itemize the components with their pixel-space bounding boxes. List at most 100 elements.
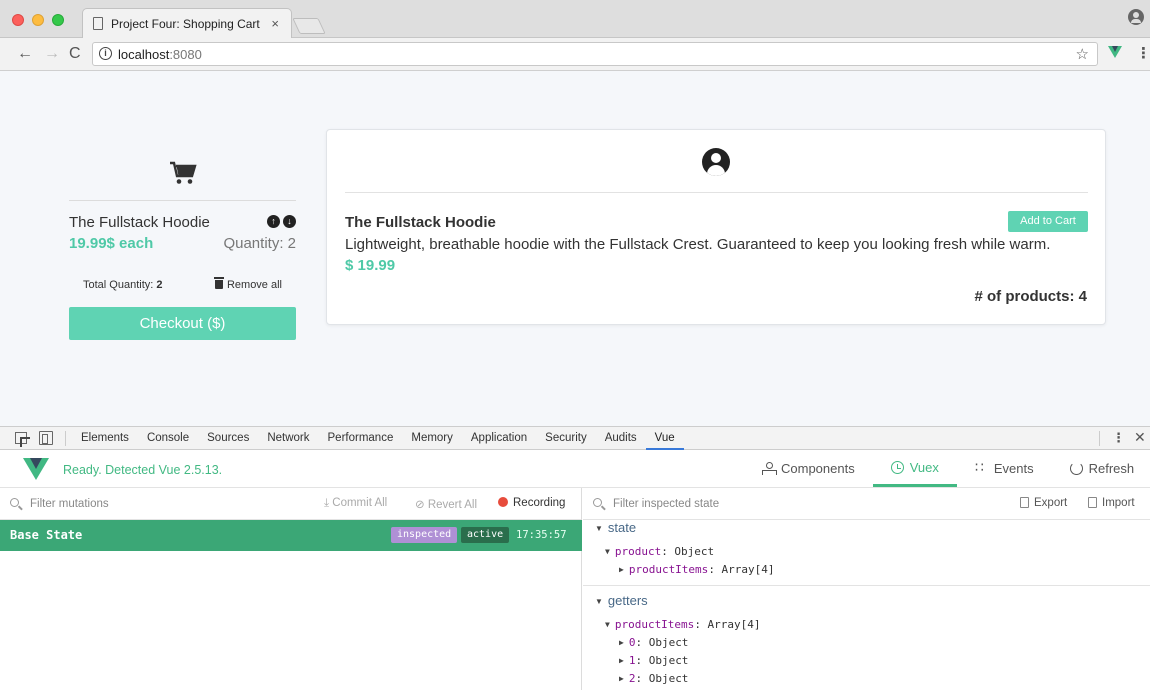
expand-triangle-icon: ▼	[605, 547, 610, 556]
tree-node[interactable]: ▼ product: Object	[605, 545, 714, 558]
tab-components[interactable]: Components	[744, 450, 873, 487]
state-section-toggle[interactable]: ▼ state	[595, 520, 636, 535]
cart-divider	[69, 200, 296, 201]
active-badge: active	[461, 527, 510, 543]
tab-vue[interactable]: Vue	[645, 427, 684, 450]
record-dot-icon	[498, 497, 508, 507]
tab-title: Project Four: Shopping Cart	[111, 17, 260, 31]
back-icon[interactable]: ←	[17, 45, 33, 63]
tab-security[interactable]: Security	[536, 427, 596, 450]
devtools-close-icon[interactable]: ✕	[1134, 429, 1146, 446]
browser-menu-icon[interactable]: ⋮	[1136, 44, 1150, 62]
vue-devtools-nav: Components Vuex Events Refresh	[744, 450, 1150, 488]
devtools-menu-icon[interactable]: ⋮	[1112, 430, 1125, 446]
export-label: Export	[1034, 497, 1068, 509]
filter-mutations-input[interactable]	[30, 495, 290, 513]
tree-node[interactable]: ▶ productItems: Array[4]	[619, 563, 775, 576]
events-icon	[975, 459, 988, 476]
profile-icon[interactable]	[1128, 9, 1144, 25]
product-card: The Fullstack Hoodie Add to Cart Lightwe…	[326, 129, 1106, 325]
collapse-triangle-icon: ▶	[619, 638, 624, 647]
user-icon	[702, 148, 730, 176]
state-heading: state	[607, 520, 637, 535]
trash-icon	[213, 277, 224, 289]
tab-console[interactable]: Console	[138, 427, 198, 450]
tab-elements[interactable]: Elements	[72, 427, 138, 450]
collapse-triangle-icon: ▶	[619, 565, 624, 574]
tab-network[interactable]: Network	[258, 427, 318, 450]
minimize-window-button[interactable]	[32, 14, 44, 26]
cart-item-quantity: Quantity: 2	[223, 235, 296, 252]
recording-label: Recording	[513, 497, 566, 509]
tree-value: : Object	[635, 672, 689, 685]
revert-all-button[interactable]: ⊘ Revert All	[415, 497, 477, 511]
commit-all-button[interactable]: ⤓ Commit All	[324, 497, 387, 510]
devtools-separator	[65, 431, 66, 446]
close-window-button[interactable]	[12, 14, 24, 26]
page-content: The Fullstack Hoodie ↑ ↓ 19.99$ each Qua…	[0, 71, 1150, 426]
browser-toolbar: ← → C i localhost:8080 ☆ ⋮	[0, 38, 1150, 71]
refresh-button[interactable]: Refresh	[1052, 450, 1150, 487]
tab-close-icon[interactable]: ×	[271, 16, 279, 31]
export-button[interactable]: Export	[1020, 497, 1067, 509]
tab-events[interactable]: Events	[957, 450, 1052, 487]
browser-tab[interactable]: Project Four: Shopping Cart ×	[82, 8, 292, 39]
tree-node[interactable]: ▼ productItems: Array[4]	[605, 618, 761, 631]
device-toolbar-icon[interactable]	[39, 431, 53, 445]
refresh-label: Refresh	[1088, 461, 1135, 476]
search-icon	[10, 498, 19, 507]
reload-icon[interactable]: C	[69, 45, 81, 63]
tree-key: productItems	[628, 563, 709, 576]
base-state-row[interactable]: Base State inspected active 17:35:57	[0, 520, 582, 551]
vue-status: Ready. Detected Vue 2.5.13.	[63, 463, 223, 477]
vue-extension-icon[interactable]	[1108, 46, 1122, 58]
tab-application[interactable]: Application	[462, 427, 536, 450]
tree-node[interactable]: ▶ 2: Object	[619, 672, 688, 685]
new-tab-button[interactable]	[292, 18, 326, 34]
forward-icon[interactable]: →	[44, 45, 60, 63]
filter-state-input[interactable]	[613, 495, 873, 513]
browser-tabstrip: Project Four: Shopping Cart ×	[0, 0, 1150, 39]
collapse-triangle-icon: ▶	[619, 656, 624, 665]
product-price: $ 19.99	[345, 257, 396, 274]
add-to-cart-button[interactable]: Add to Cart	[1008, 211, 1088, 232]
tab-memory[interactable]: Memory	[402, 427, 462, 450]
remove-all-button[interactable]: Remove all	[213, 277, 282, 291]
maximize-window-button[interactable]	[52, 14, 64, 26]
tab-sources[interactable]: Sources	[198, 427, 258, 450]
checkout-button[interactable]: Checkout ($)	[69, 307, 296, 340]
tab-components-label: Components	[781, 461, 855, 476]
search-icon	[593, 498, 602, 507]
mutations-panel: ⤓ Commit All ⊘ Revert All Recording Base…	[0, 488, 582, 690]
info-icon[interactable]: i	[99, 47, 112, 60]
product-description: Lightweight, breathable hoodie with the …	[345, 236, 1051, 253]
getters-section-toggle[interactable]: ▼ getters	[595, 593, 648, 608]
tree-value: : Array[4]	[694, 618, 761, 631]
tree-node[interactable]: ▶ 1: Object	[619, 654, 688, 667]
tab-vuex[interactable]: Vuex	[872, 450, 957, 487]
tab-performance[interactable]: Performance	[319, 427, 403, 450]
tree-node[interactable]: ▶ 0: Object	[619, 636, 688, 649]
base-state-label: Base State	[10, 528, 83, 542]
arrow-down-icon[interactable]: ↓	[283, 215, 296, 228]
address-bar[interactable]: i localhost:8080 ☆	[92, 42, 1098, 66]
product-count: # of products: 4	[974, 288, 1087, 305]
import-button[interactable]: Import	[1088, 497, 1135, 509]
expand-triangle-icon: ▼	[605, 620, 610, 629]
bookmark-star-icon[interactable]: ☆	[1076, 45, 1089, 63]
cart-item-price: 19.99$ each	[69, 235, 154, 252]
vue-logo-icon	[23, 458, 49, 480]
total-quantity-label: Total Quantity:	[83, 279, 157, 291]
inspected-badge: inspected	[391, 527, 458, 543]
tab-audits[interactable]: Audits	[596, 427, 646, 450]
components-icon	[762, 462, 777, 475]
arrow-up-icon[interactable]: ↑	[267, 215, 280, 228]
total-quantity-value: 2	[156, 279, 163, 291]
inspect-element-icon[interactable]	[15, 432, 27, 444]
tree-value: : Object	[661, 545, 715, 558]
export-icon	[1020, 497, 1029, 508]
quantity-arrows: ↑ ↓	[267, 215, 296, 228]
vue-devtools-header: Ready. Detected Vue 2.5.13. Components V…	[0, 450, 1150, 488]
recording-toggle[interactable]: Recording	[498, 497, 565, 509]
tab-events-label: Events	[993, 461, 1034, 476]
